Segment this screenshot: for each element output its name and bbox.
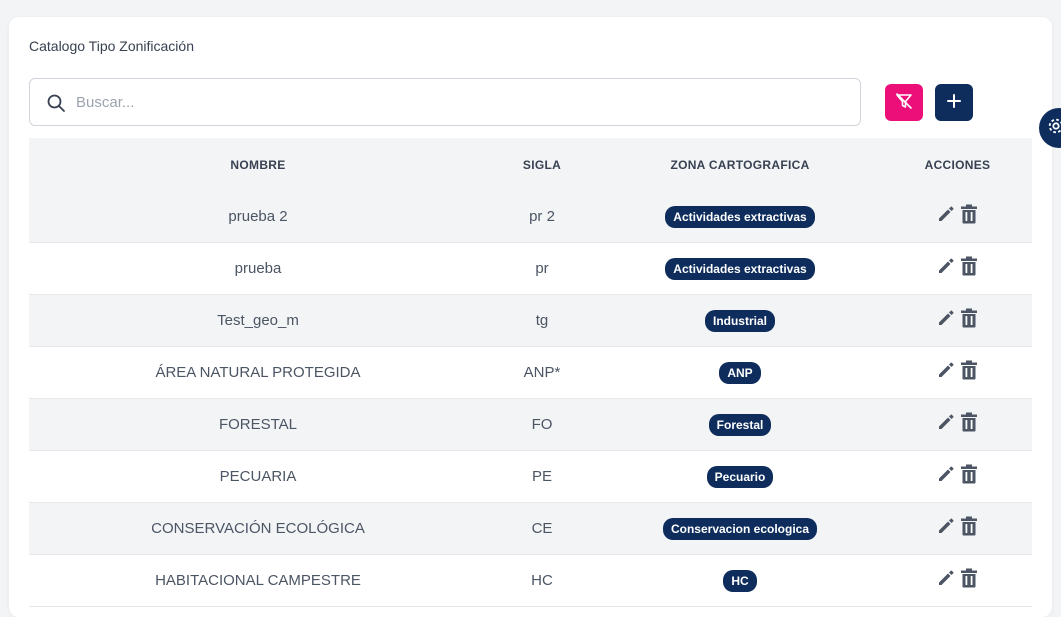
edit-button[interactable] [936,206,956,228]
cell-zona: Pecuario [597,465,883,488]
cell-nombre: CONSERVACIÓN ECOLÓGICA [151,520,365,537]
cell-nombre: HABITACIONAL CAMPESTRE [155,572,361,589]
gear-icon [1047,117,1061,140]
pencil-icon [937,465,955,488]
cell-zona: Actividades extractivas [597,257,883,280]
table-row: Test_geo_m tg Industrial [29,295,1032,347]
cell-zona: Forestal [597,413,883,436]
delete-button[interactable] [959,412,979,437]
table-row: PECUARIA PE Pecuario [29,451,1032,503]
pencil-icon [937,569,955,592]
zonification-table: NOMBRE SIGLA ZONA CARTOGRAFICA ACCIONES … [29,138,1032,607]
trash-icon [960,256,978,281]
trash-icon [960,204,978,229]
cell-acciones [883,204,1032,229]
delete-button[interactable] [959,516,979,541]
zona-badge: Actividades extractivas [665,205,815,228]
cell-sigla: CE [531,520,553,537]
clear-filter-button[interactable] [885,84,923,121]
pencil-icon [937,413,955,436]
trash-icon [960,308,978,333]
delete-button[interactable] [959,204,979,229]
cell-nombre: prueba [234,260,282,277]
search-box[interactable] [29,78,861,126]
cell-acciones [883,516,1032,541]
cell-acciones [883,412,1032,437]
cell-sigla: tg [535,312,549,329]
cell-zona: Actividades extractivas [597,205,883,228]
zona-badge: ANP [719,361,761,384]
cell-acciones [883,308,1032,333]
edit-button[interactable] [936,310,956,332]
pencil-icon [937,205,955,228]
trash-icon [960,464,978,489]
zona-badge: Industrial [704,309,775,332]
edit-button[interactable] [936,258,956,280]
table-body: prueba 2 pr 2 Actividades extractivas pr… [29,191,1032,607]
cell-nombre: Test_geo_m [217,312,299,329]
cell-zona: Conservacion ecologica [597,517,883,540]
trash-icon [960,568,978,593]
table-row: CONSERVACIÓN ECOLÓGICA CE Conservacion e… [29,503,1032,555]
zona-badge: HC [723,569,757,592]
edit-button[interactable] [936,466,956,488]
add-button[interactable] [935,84,973,121]
delete-button[interactable] [959,256,979,281]
table-row: prueba pr Actividades extractivas [29,243,1032,295]
delete-button[interactable] [959,464,979,489]
cell-nombre: FORESTAL [218,416,298,433]
header-nombre[interactable]: NOMBRE [29,158,487,172]
plus-icon [946,93,962,112]
zona-badge: Forestal [708,413,772,436]
edit-button[interactable] [936,414,956,436]
cell-acciones [883,568,1032,593]
table-row: prueba 2 pr 2 Actividades extractivas [29,191,1032,243]
header-acciones: ACCIONES [924,157,991,172]
trash-icon [960,516,978,541]
edit-button[interactable] [936,518,956,540]
edit-button[interactable] [936,570,956,592]
zona-badge: Actividades extractivas [665,257,815,280]
cell-acciones [883,360,1032,385]
cell-sigla: FO [531,416,553,433]
table-header: NOMBRE SIGLA ZONA CARTOGRAFICA ACCIONES [29,138,1032,191]
header-zona-cartografica[interactable]: ZONA CARTOGRAFICA [597,158,883,172]
table-row: FORESTAL FO Forestal [29,399,1032,451]
table-row: HABITACIONAL CAMPESTRE HC HC [29,555,1032,607]
pencil-icon [937,517,955,540]
edit-button[interactable] [936,362,956,384]
zona-badge: Pecuario [706,465,774,488]
cell-zona: HC [597,569,883,592]
cell-nombre: ÁREA NATURAL PROTEGIDA [155,364,361,381]
filter-off-icon [894,91,914,114]
cell-acciones [883,256,1032,281]
trash-icon [960,360,978,385]
delete-button[interactable] [959,308,979,333]
cell-zona: ANP [597,361,883,384]
page-title: Catalogo Tipo Zonificación [29,38,194,54]
search-input[interactable] [76,79,846,125]
table-row: ÁREA NATURAL PROTEGIDA ANP* ANP [29,347,1032,399]
cell-acciones [883,464,1032,489]
pencil-icon [937,257,955,280]
cell-sigla: PE [531,468,552,485]
cell-sigla: pr [535,260,549,277]
trash-icon [960,412,978,437]
delete-button[interactable] [959,568,979,593]
delete-button[interactable] [959,360,979,385]
cell-nombre: prueba 2 [228,208,288,225]
cell-nombre: PECUARIA [219,468,297,485]
search-icon [46,93,66,113]
cell-sigla: pr 2 [529,208,555,225]
cell-sigla: ANP* [523,364,561,381]
zona-badge: Conservacion ecologica [662,517,818,540]
cell-sigla: HC [531,572,553,589]
cell-zona: Industrial [597,309,883,332]
header-sigla[interactable]: SIGLA [487,158,597,172]
pencil-icon [937,361,955,384]
catalog-card: Catalogo Tipo Zonificación NOMBRE SIGLA … [9,17,1052,617]
pencil-icon [937,309,955,332]
